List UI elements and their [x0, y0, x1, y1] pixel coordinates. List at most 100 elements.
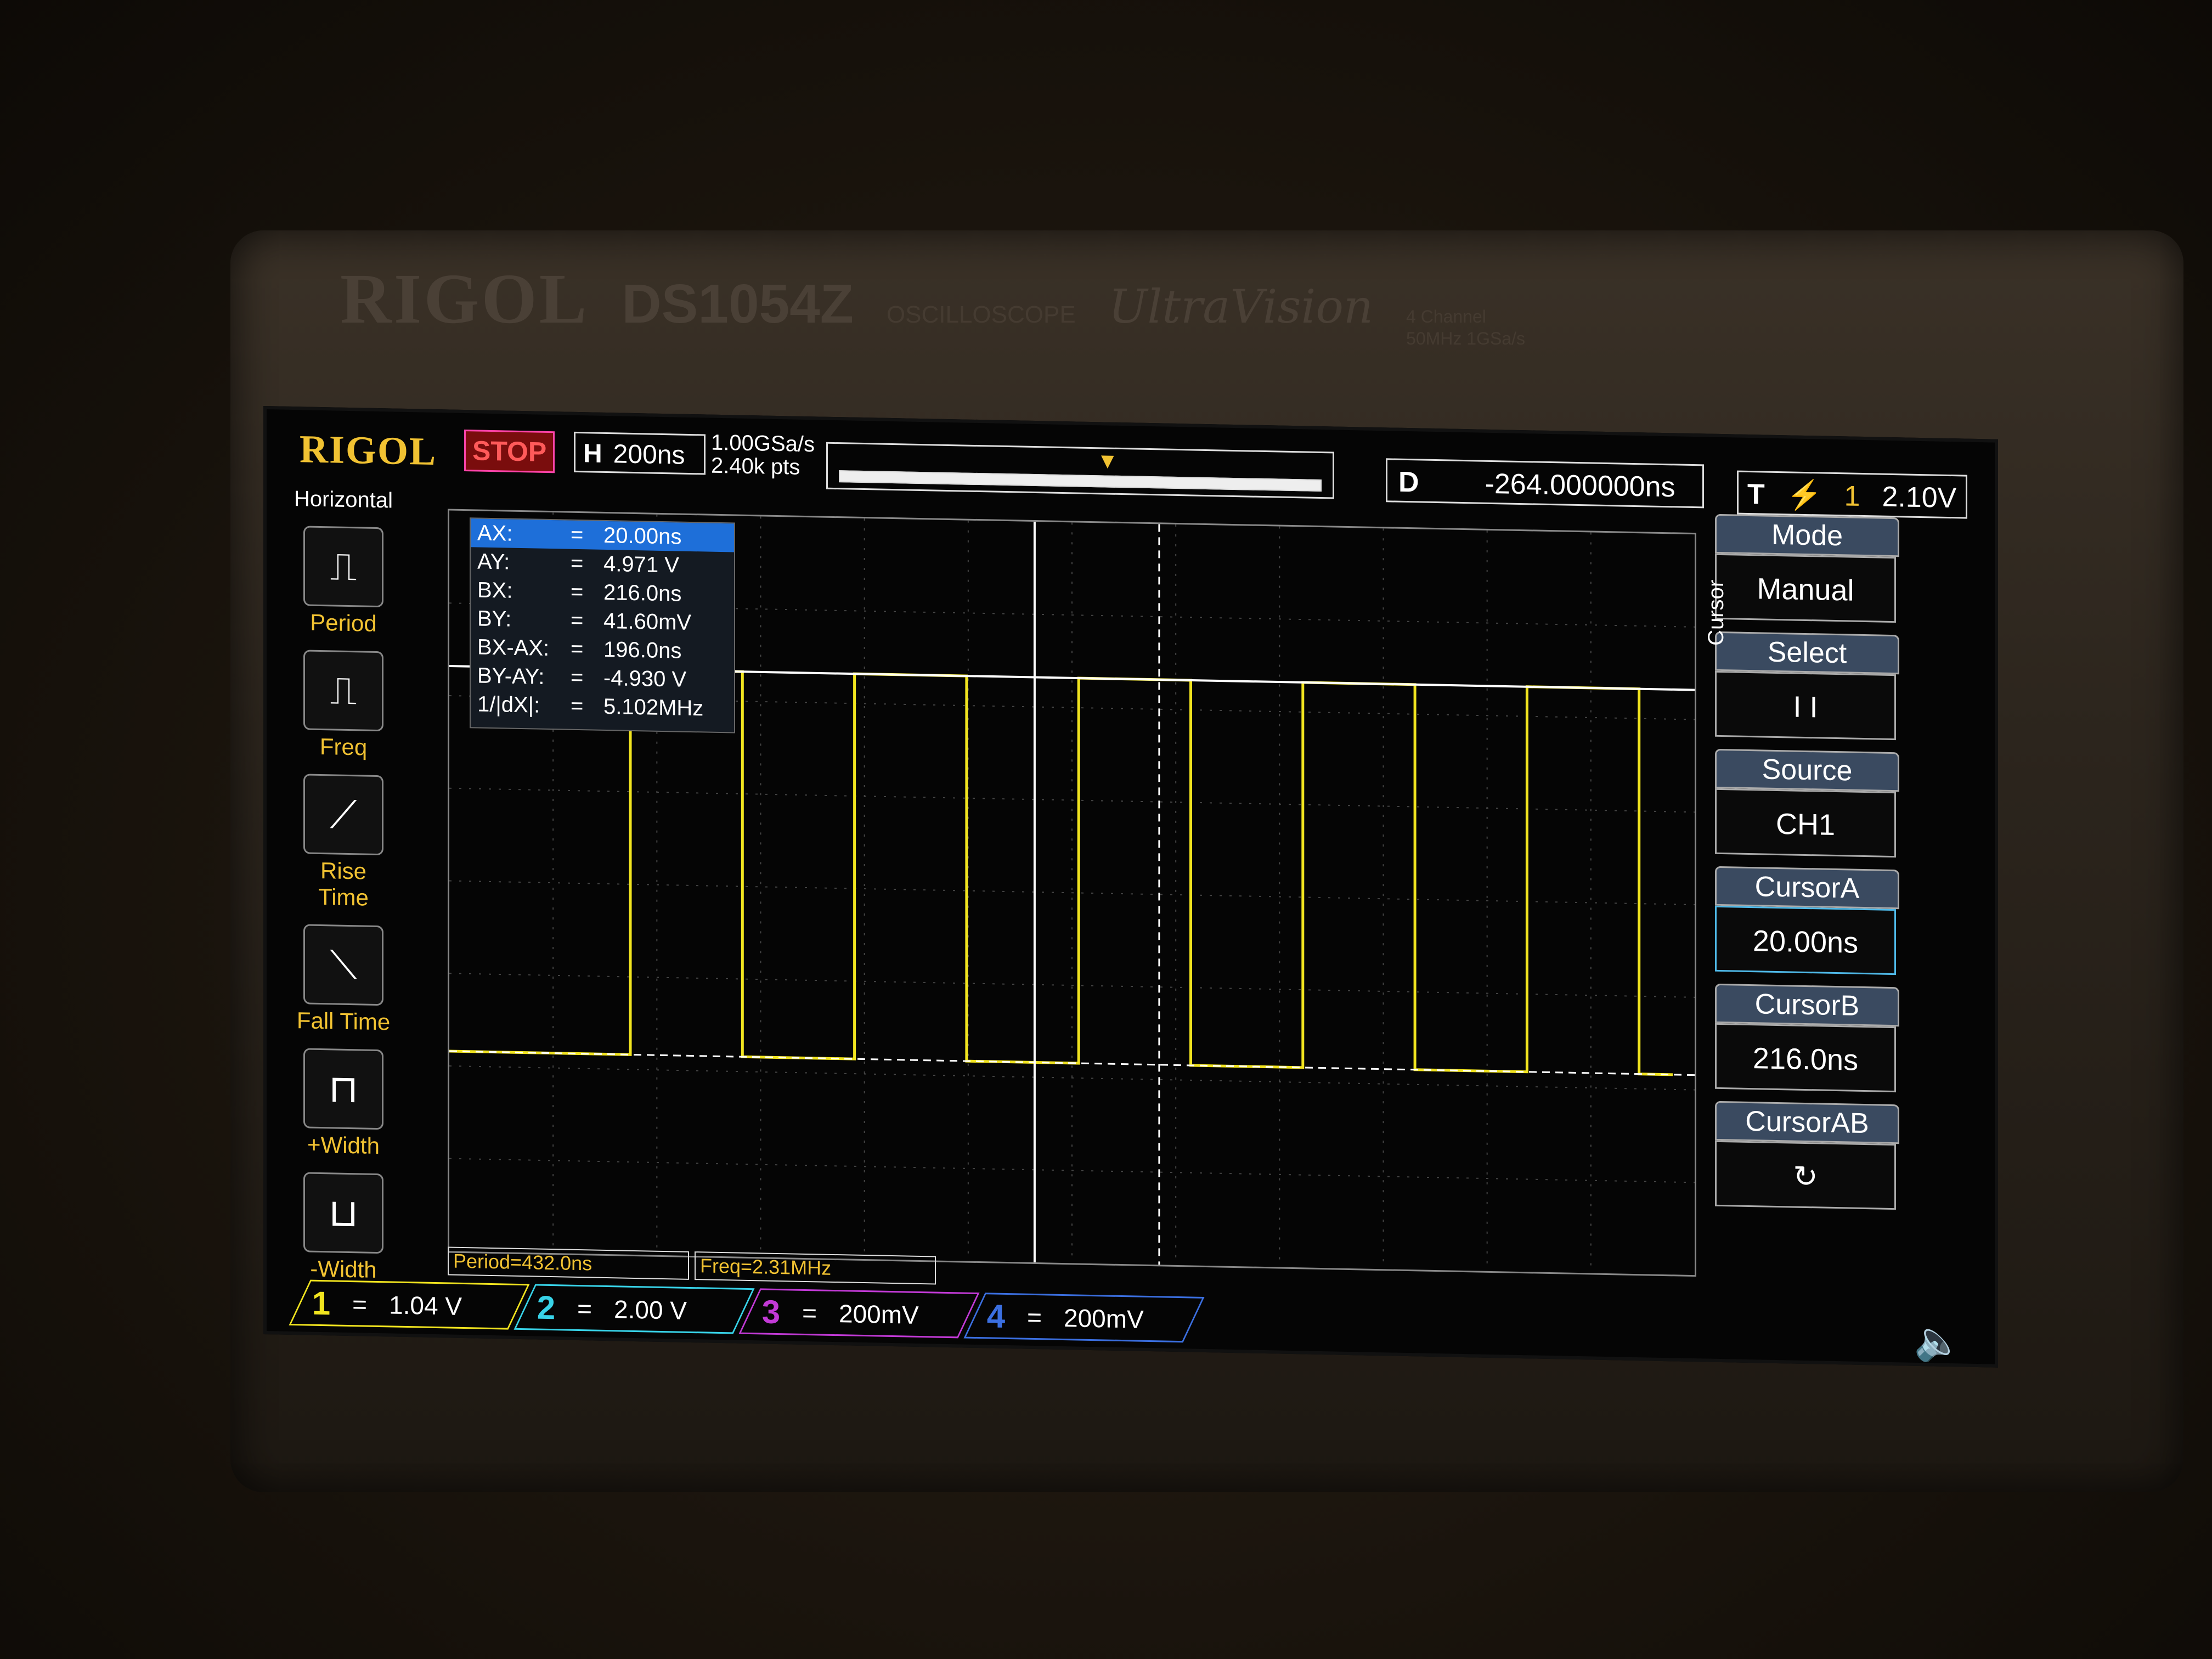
grid-line-h — [449, 1158, 1695, 1183]
menu-label-pos-width: +Width — [307, 1131, 380, 1159]
cursor-value: -4.930 V — [603, 665, 687, 692]
menu-label-period: Period — [310, 609, 377, 636]
trigger-level: 2.10V — [1882, 481, 1957, 515]
channel-3-box[interactable]: 3 = 200mV — [738, 1288, 980, 1339]
mode-softkey[interactable]: Mode Manual — [1715, 514, 1912, 623]
coupling: = — [577, 1293, 592, 1323]
cursor-key: 1/|dX|: — [477, 692, 540, 718]
menu-item-fall-time[interactable]: ⟍ Fall Time — [294, 924, 393, 1035]
grid-line-h — [449, 787, 1695, 813]
channel-scale: 2.00 V — [614, 1294, 687, 1324]
menu-side-label: Cursor — [1704, 579, 1728, 646]
cursor-eq: = — [571, 636, 584, 662]
cursor-a-softkey[interactable]: CursorA 20.00ns — [1715, 866, 1912, 975]
cursor-eq: = — [571, 579, 584, 605]
menu-item-rise-time[interactable]: ⟋ Rise Time — [294, 774, 393, 911]
source-title: Source — [1715, 748, 1899, 792]
coupling: = — [352, 1289, 368, 1318]
source-softkey[interactable]: Source CH1 — [1715, 748, 1912, 858]
menu-label-rise-time: Rise Time — [318, 857, 369, 911]
device-brand: RIGOL — [340, 259, 589, 338]
cursor-readout-panel: AX: = 20.00ns AY: = 4.971 V BX: = 216.0ns BY: =… — [470, 517, 735, 733]
trigger-edge-icon: ⚡ — [1786, 479, 1822, 512]
cursor-value: 20.00ns — [603, 523, 682, 549]
channel-4-box[interactable]: 4 = 200mV — [963, 1293, 1205, 1343]
menu-label-freq: Freq — [319, 733, 368, 760]
channel-bar: 1 = 1.04 V 2 = 2.00 V 3 = 200mV 4 = 200mV — [267, 1279, 1205, 1346]
trigger-position-icon: ▼ — [1097, 449, 1119, 473]
channel-2-box[interactable]: 2 = 2.00 V — [514, 1284, 755, 1334]
pos-width-icon: ⊓ — [303, 1048, 383, 1130]
menu-item-period[interactable]: ⎍ Period — [294, 526, 393, 637]
horizontal-menu: Horizontal ⎍ Period ⎍ Freq ⟋ Rise Time ⟍… — [278, 486, 409, 1284]
screen-logo: RIGOL — [300, 427, 437, 474]
cursor-value: 5.102MHz — [603, 694, 704, 721]
cursor-menu: Cursor Mode Manual Select I I Source CH1… — [1704, 514, 1912, 1222]
menu-item-pos-width[interactable]: ⊓ +Width — [294, 1048, 393, 1159]
channel-num: 2 — [537, 1289, 556, 1326]
cursor-ab-softkey[interactable]: CursorAB ↻ — [1715, 1101, 1912, 1210]
delay-label: D — [1398, 466, 1419, 499]
freq-measurement: Freq=2.31MHz — [695, 1251, 936, 1285]
timebase-value: 200ns — [613, 439, 685, 470]
freq-icon: ⎍ — [303, 650, 383, 732]
cursor-eq: = — [571, 665, 584, 690]
cursor-row: AX: = 20.00ns — [471, 518, 734, 552]
channel-num: 1 — [312, 1284, 331, 1322]
trigger-box[interactable]: T ⚡ 1 2.10V — [1737, 470, 1967, 519]
device-subtitle: OSCILLOSCOPE — [886, 301, 1076, 328]
menu-item-neg-width[interactable]: ⊔ -Width — [294, 1172, 393, 1283]
trigger-channel: 1 — [1844, 480, 1860, 512]
cursor-row: BX-AX: = 196.0ns — [471, 633, 734, 666]
delay-value: -264.000000ns — [1485, 467, 1675, 504]
timebase-label: H — [583, 439, 602, 469]
period-icon: ⎍ — [303, 526, 383, 608]
memory-track — [839, 470, 1322, 492]
cursor-value: 216.0ns — [603, 580, 682, 606]
cursor-b-value: 216.0ns — [1715, 1023, 1896, 1093]
cursor-key: BY: — [477, 606, 512, 631]
cursor-row: AY: = 4.971 V — [471, 547, 734, 580]
memory-overview: ▼ — [826, 442, 1334, 499]
cursor-row: BX: = 216.0ns — [471, 575, 734, 609]
timebase-box[interactable]: H 200ns — [574, 431, 706, 475]
acquisition-info: 1.00GSa/s 2.40k pts — [711, 431, 815, 479]
cursor-key: BX: — [477, 578, 513, 603]
cursor-value: 4.971 V — [603, 551, 679, 578]
coupling: = — [802, 1297, 817, 1327]
period-measurement: Period=432.0ns — [448, 1246, 689, 1280]
device-spec: 4 Channel 50MHz 1GSa/s — [1406, 306, 1525, 349]
device-series: UltraVision — [1108, 280, 1374, 334]
select-softkey[interactable]: Select I I — [1715, 631, 1912, 741]
cursor-row: BY-AY: = -4.930 V — [471, 661, 734, 695]
cursor-key: BX-AX: — [477, 635, 550, 661]
memory-depth: 2.40k pts — [711, 453, 800, 479]
channel-scale: 200mV — [1064, 1303, 1144, 1333]
cursor-key: AX: — [477, 521, 513, 546]
delay-box[interactable]: D -264.000000ns — [1386, 458, 1704, 509]
channel-scale: 200mV — [839, 1299, 919, 1329]
device-spec-line1: 4 Channel — [1406, 307, 1486, 326]
source-value: CH1 — [1715, 788, 1896, 858]
cursor-eq: = — [571, 693, 584, 719]
cursor-eq: = — [571, 522, 584, 548]
menu-item-freq[interactable]: ⎍ Freq — [294, 650, 393, 761]
cursor-row: BY: = 41.60mV — [471, 604, 734, 637]
run-state-badge[interactable]: STOP — [464, 430, 555, 473]
cursor-b-softkey[interactable]: CursorB 216.0ns — [1715, 983, 1912, 1093]
device-spec-line2: 50MHz 1GSa/s — [1406, 329, 1525, 348]
device-model: DS1054Z — [622, 273, 854, 335]
scope-screen: RIGOL STOP H 200ns 1.00GSa/s 2.40k pts ▼… — [263, 406, 1998, 1368]
select-title: Select — [1715, 631, 1899, 675]
cursor-a-value: 20.00ns — [1715, 905, 1896, 975]
channel-1-box[interactable]: 1 = 1.04 V — [289, 1279, 530, 1330]
cursor-value: 41.60mV — [603, 608, 692, 635]
channel-num: 3 — [762, 1293, 781, 1330]
sound-icon[interactable]: 🔈 — [1914, 1319, 1962, 1365]
menu-label-fall-time: Fall Time — [296, 1007, 391, 1035]
fall-time-icon: ⟍ — [303, 924, 383, 1006]
trigger-label: T — [1747, 478, 1765, 511]
menu-title: Horizontal — [294, 487, 393, 513]
grid-line-h — [449, 880, 1695, 906]
device-branding: RIGOL DS1054Z OSCILLOSCOPE UltraVision 4… — [340, 258, 1525, 349]
